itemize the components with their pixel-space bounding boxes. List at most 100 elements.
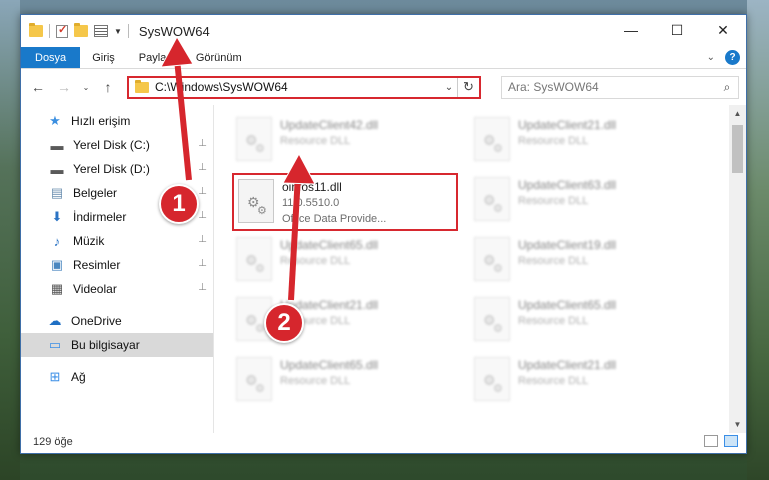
sidebar-item-yerel-disk-c-[interactable]: ▬ Yerel Disk (C:) ⊥ [21,133,213,157]
file-name: UpdateClient65.dll [280,238,379,252]
quick-access-toolbar: ▼ [21,23,129,38]
file-type: Resource DLL [280,375,351,387]
file-item[interactable]: ⚙ ⚙ UpdateClient21.dll Resource DLL [470,113,696,169]
sidebar-item-yerel-disk-d-[interactable]: ▬ Yerel Disk (D:) ⊥ [21,157,213,181]
expand-ribbon-chevron-icon[interactable]: ⌄ [707,52,715,63]
file-name: UpdateClient63.dll [518,178,617,192]
details-view-icon[interactable] [704,435,718,447]
pictures-icon: ▣ [50,257,64,272]
status-bar: 129 öğe [21,431,746,453]
file-item[interactable]: ⚙ ⚙ UpdateClient65.dll Resource DLL [232,233,458,289]
folder-icon [135,79,149,93]
pin-icon[interactable]: ⊥ [198,234,207,245]
divider [127,24,129,38]
file-name: oinfos11.dll [282,180,342,194]
pin-icon[interactable]: ⊥ [198,282,207,293]
file-name: UpdateClient21.dll [518,118,617,132]
file-type: Resource DLL [518,375,589,387]
file-name: UpdateClient65.dll [280,358,379,372]
address-text[interactable]: C:\Windows\SysWOW64 [155,80,441,94]
pin-icon[interactable]: ⊥ [198,138,207,149]
sidebar-item-label: Videolar [73,282,117,296]
tab-share[interactable]: Paylaş [127,47,184,68]
sidebar-item-bu-bilgisayar[interactable]: ▭ Bu bilgisayar [21,333,213,357]
file-type: Resource DLL [518,135,589,147]
file-type: Resource DLL [518,255,589,267]
back-button[interactable]: ← [27,76,49,98]
ribbon-right-controls: ⌄ ? [707,50,740,65]
desktop-background-left [0,0,20,480]
file-details: UpdateClient63.dll Resource DLL [518,173,616,209]
sidebar-item-hızlı-erişim[interactable]: ★ Hızlı erişim [21,109,213,133]
dll-file-icon: ⚙ ⚙ [474,357,510,401]
file-item[interactable]: ⚙ ⚙ UpdateClient42.dll Resource DLL [232,113,458,169]
large-icons-view-icon[interactable] [724,435,738,447]
item-count: 129 öğe [33,436,73,448]
download-icon: ⬇ [51,209,63,224]
help-icon[interactable]: ? [725,50,740,65]
file-item[interactable]: ⚙ ⚙ UpdateClient63.dll Resource DLL [470,173,696,229]
sidebar-item-müzik[interactable]: ♪ Müzik ⊥ [21,229,213,253]
dll-file-icon: ⚙ ⚙ [236,357,272,401]
file-details: oinfos11.dll 11.0.5510.0 Office Data Pro… [282,175,386,227]
tab-home[interactable]: Giriş [80,47,127,68]
file-details: UpdateClient42.dll Resource DLL [280,113,378,149]
sidebar-item-ağ[interactable]: ⊞ Ağ [21,365,213,389]
details-icon[interactable] [94,25,108,37]
tab-view[interactable]: Görünüm [184,47,254,68]
new-folder-icon[interactable] [74,23,88,37]
computer-icon: ▭ [48,337,62,352]
search-icon[interactable]: ⌕ [716,80,738,95]
navigation-pane: ★ Hızlı erişim ▬ Yerel Disk (C:) ⊥ ▬ Yerel Dis… [21,105,214,433]
sidebar-item-videolar[interactable]: ▦ Videolar ⊥ [21,277,213,301]
scroll-up-arrow-icon[interactable]: ▲ [729,105,746,122]
file-item-oinfos11[interactable]: ⚙ ⚙ oinfos11.dll 11.0.5510.0 Office Data… [232,173,458,231]
search-box[interactable]: Ara: SysWOW64 ⌕ [501,75,739,99]
file-type: Resource DLL [280,135,351,147]
gear-icon: ⚙ [255,383,265,395]
sidebar-item-label: Yerel Disk (D:) [73,162,150,176]
file-details: UpdateClient65.dll Resource DLL [280,233,378,269]
address-dropdown-icon[interactable]: ⌄ [441,82,457,93]
pin-icon[interactable]: ⊥ [198,186,207,197]
properties-check-icon[interactable] [56,23,68,38]
pin-icon[interactable]: ⊥ [198,162,207,173]
file-details: UpdateClient65.dll Resource DLL [518,293,616,329]
dll-file-icon: ⚙ ⚙ [474,117,510,161]
close-button[interactable]: ✕ [700,15,746,45]
pin-icon[interactable]: ⊥ [198,210,207,221]
ribbon-tabs: Dosya Giriş Paylaş Görünüm ⌄ ? [21,47,746,69]
recent-locations-button[interactable]: ⌄ [79,76,93,98]
scroll-thumb[interactable] [732,125,743,173]
dll-file-icon: ⚙ ⚙ [474,297,510,341]
address-bar[interactable]: C:\Windows\SysWOW64 ⌄ ↻ [127,75,481,99]
videos-icon: ▦ [50,281,64,296]
file-item[interactable]: ⚙ ⚙ UpdateClient65.dll Resource DLL [470,293,696,349]
main-area: ★ Hızlı erişim ▬ Yerel Disk (C:) ⊥ ▬ Yerel Dis… [21,35,746,433]
sidebar-item-onedrive[interactable]: ☁ OneDrive [21,309,213,333]
vertical-scrollbar[interactable]: ▲ ▼ [729,105,746,433]
gear-icon: ⚙ [493,383,503,395]
file-item[interactable]: ⚙ ⚙ UpdateClient65.dll Resource DLL [232,353,458,409]
desktop-background-right [747,0,769,480]
file-list: ⚙ ⚙ UpdateClient21.dll Resource DLL ⚙ ⚙ Update… [160,35,746,433]
pin-icon[interactable]: ⊥ [198,258,207,269]
tab-file[interactable]: Dosya [21,47,81,68]
drive-icon: ▬ [50,137,64,153]
minimize-button[interactable]: — [608,15,654,45]
up-button[interactable]: ↑ [97,76,119,98]
refresh-button[interactable]: ↻ [457,77,479,97]
customize-toolbar-arrow-icon[interactable]: ▼ [114,27,122,36]
maximize-button[interactable]: ☐ [654,15,700,45]
annotation-badge-1: 1 [159,184,199,224]
file-name: UpdateClient65.dll [518,298,617,312]
gear-icon: ⚙ [493,143,503,155]
sidebar-item-resimler[interactable]: ▣ Resimler ⊥ [21,253,213,277]
file-item[interactable]: ⚙ ⚙ UpdateClient21.dll Resource DLL [470,353,696,409]
sidebar-item-label: İndirmeler [73,210,127,224]
sidebar-item-label: OneDrive [71,314,122,328]
file-item[interactable]: ⚙ ⚙ UpdateClient19.dll Resource DLL [470,233,696,289]
forward-button[interactable]: → [53,76,75,98]
search-input[interactable]: Ara: SysWOW64 [508,80,716,94]
